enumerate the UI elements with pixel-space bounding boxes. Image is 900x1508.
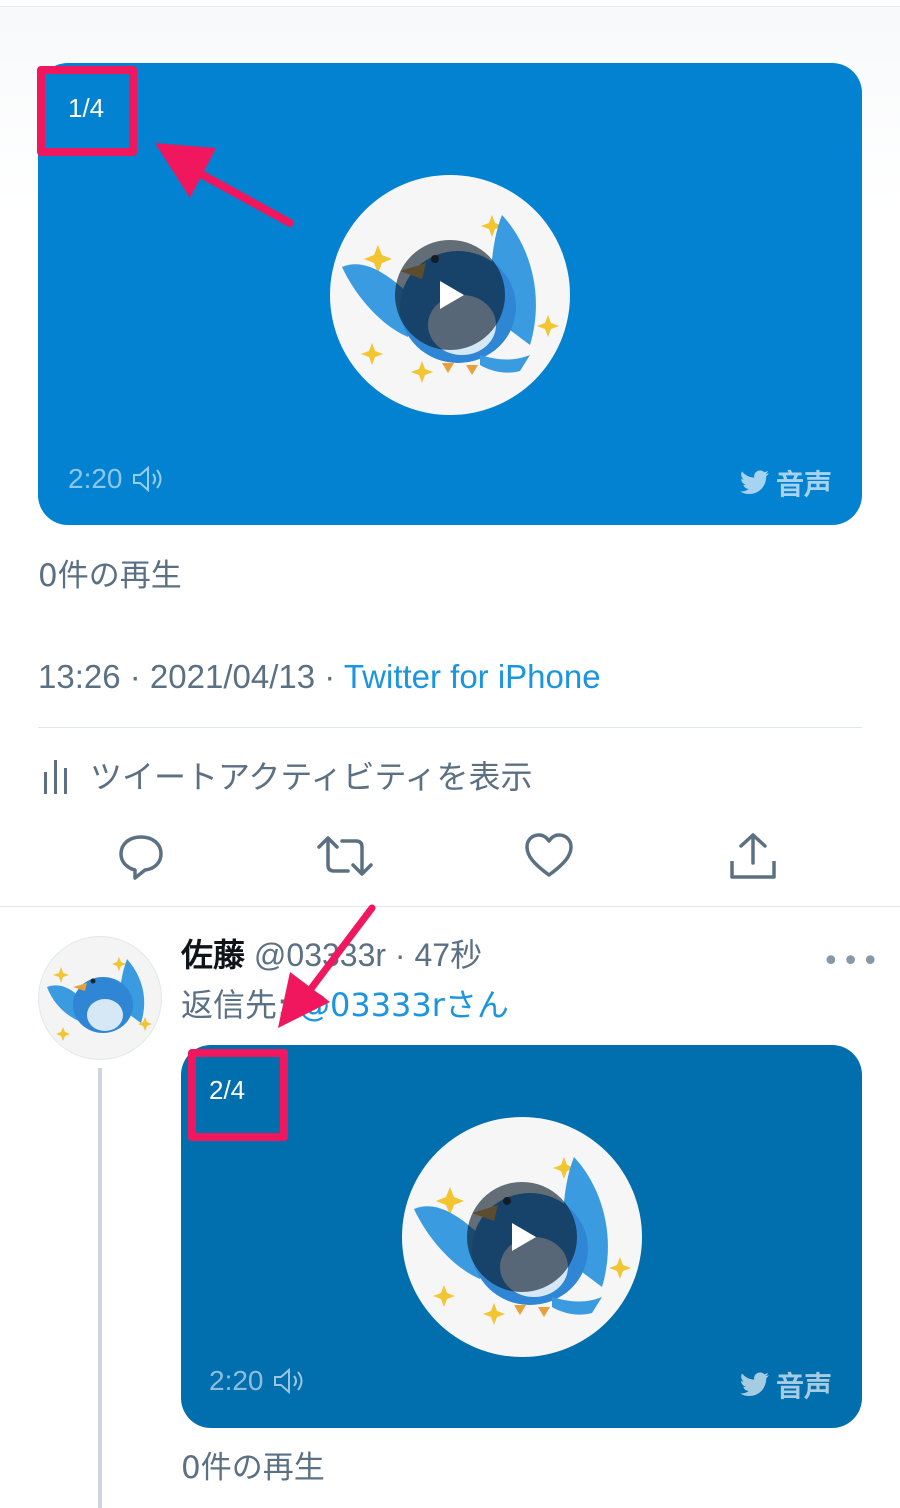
section-divider <box>0 906 900 907</box>
twitter-bird-icon <box>739 470 769 495</box>
view-count: 0件の再生 <box>38 558 182 594</box>
share-icon <box>730 833 776 879</box>
media-brand: 音声 <box>739 463 832 503</box>
reply-button[interactable] <box>111 826 171 886</box>
view-count: 0件の再生 <box>181 1450 325 1486</box>
media-duration: 2:20 <box>68 463 163 495</box>
analytics-icon <box>44 760 67 794</box>
annotation-arrow-icon <box>155 143 294 227</box>
bird-artwork <box>330 175 570 415</box>
retweet-icon <box>317 836 373 876</box>
more-options-icon[interactable]: ••• <box>822 944 881 979</box>
media-brand: 音声 <box>739 1365 832 1405</box>
source-link[interactable]: Twitter for iPhone <box>344 658 601 695</box>
duration-text: 2:20 <box>68 463 123 494</box>
tweet-meta: 13:26 · 2021/04/13 · Twitter for iPhone <box>38 658 601 696</box>
display-name[interactable]: 佐藤 <box>181 937 245 973</box>
retweet-button[interactable] <box>315 826 375 886</box>
annotation-arrow-icon <box>278 904 376 1028</box>
play-button[interactable] <box>395 240 505 350</box>
avatar[interactable] <box>38 936 162 1060</box>
tweet-activity-link[interactable]: ツイートアクティビティを表示 <box>42 752 533 798</box>
reply-icon <box>119 835 163 880</box>
speaker-icon[interactable] <box>131 465 163 493</box>
play-button[interactable] <box>467 1182 577 1292</box>
twitter-bird-icon <box>739 1372 769 1397</box>
divider <box>38 727 862 728</box>
media-player-1[interactable]: 1/4 2:20 音声 <box>38 63 862 525</box>
like-button[interactable] <box>519 826 579 886</box>
highlight-box-2 <box>188 1049 288 1141</box>
brand-label: 音声 <box>775 1370 832 1403</box>
heart-icon <box>525 833 573 877</box>
timestamp: 13:26 · 2021/04/13 · <box>38 658 344 695</box>
share-button[interactable] <box>723 826 783 886</box>
highlight-box-1 <box>37 66 137 156</box>
media-duration: 2:20 <box>209 1365 304 1397</box>
brand-label: 音声 <box>775 468 832 501</box>
thread-line <box>98 1068 102 1508</box>
duration-text: 2:20 <box>209 1365 264 1396</box>
bird-artwork <box>402 1117 642 1357</box>
activity-label: ツイートアクティビティを表示 <box>90 758 533 796</box>
play-icon <box>512 1223 536 1251</box>
play-icon <box>440 281 464 309</box>
speaker-icon[interactable] <box>272 1367 304 1395</box>
